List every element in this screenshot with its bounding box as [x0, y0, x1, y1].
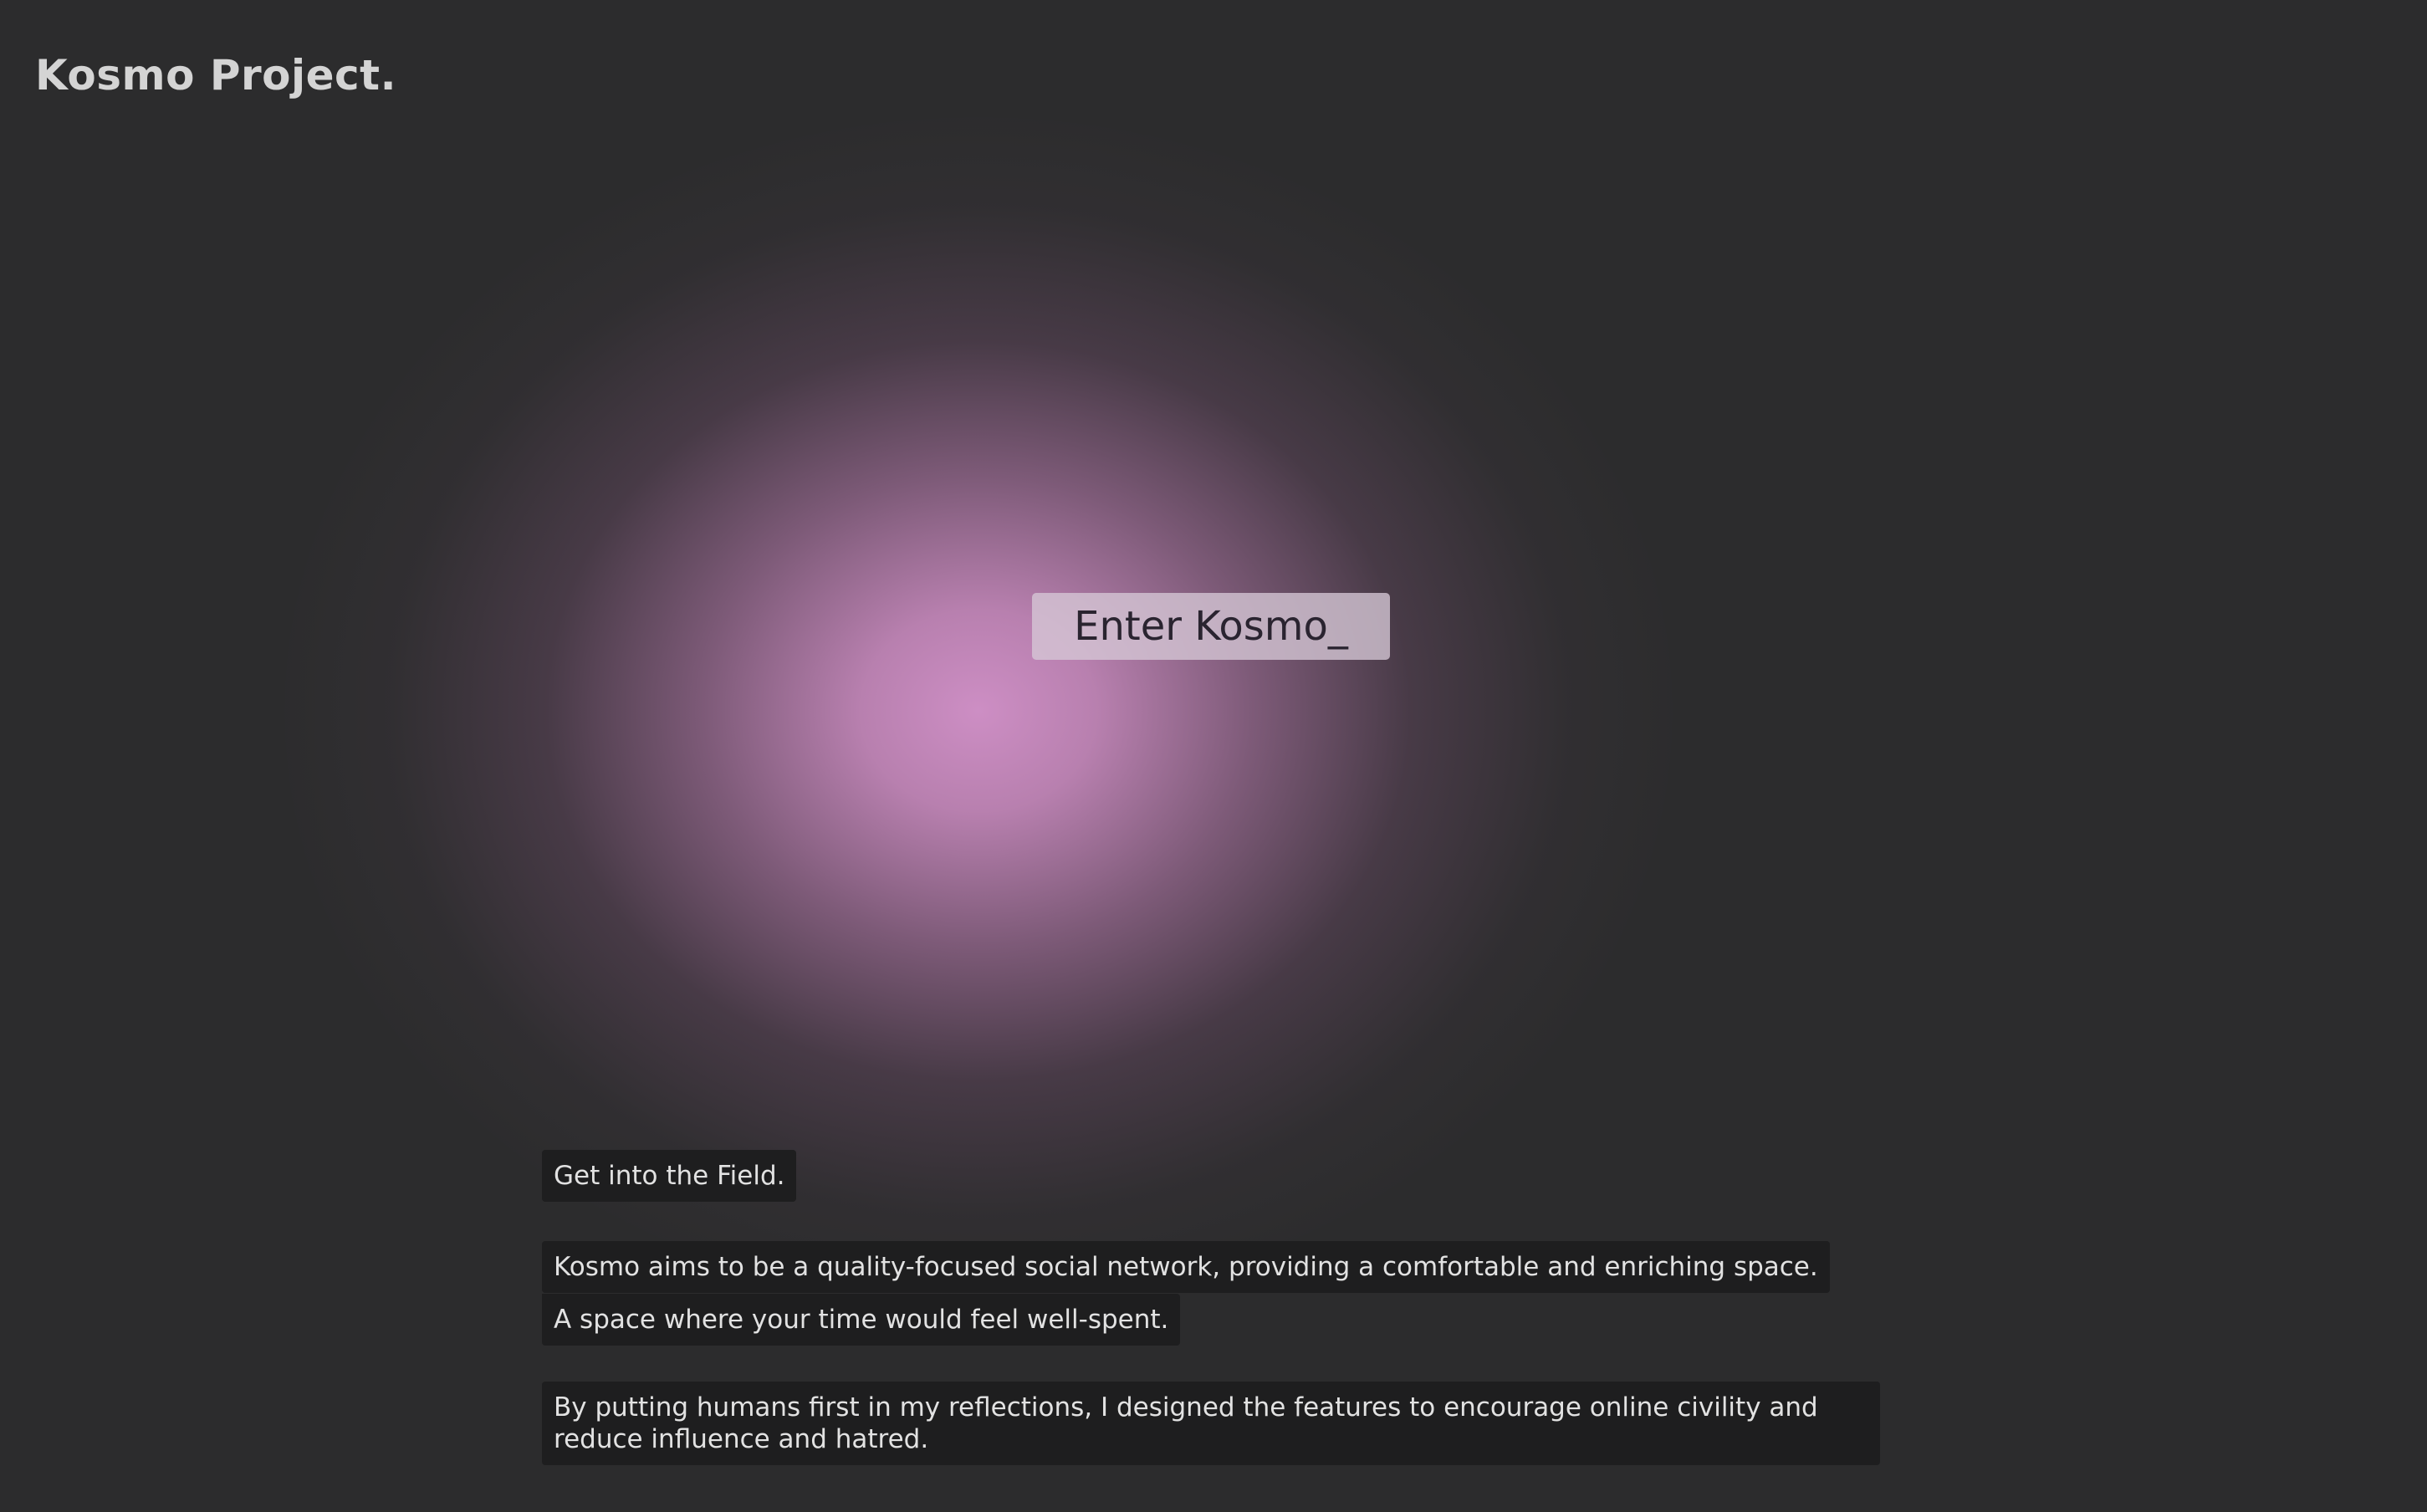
intro-line-2: A space where your time would feel well-…	[542, 1294, 1181, 1346]
enter-kosmo-button[interactable]: Enter Kosmo_	[1032, 593, 1390, 660]
intro-line-1: Kosmo aims to be a quality-focused socia…	[542, 1241, 1830, 1293]
intro-heading: Get into the Field.	[542, 1150, 797, 1202]
intro-paragraph: By putting humans first in my reflection…	[542, 1382, 1880, 1465]
hero-glow	[284, 117, 1673, 1305]
site-title[interactable]: Kosmo Project.	[35, 49, 396, 102]
